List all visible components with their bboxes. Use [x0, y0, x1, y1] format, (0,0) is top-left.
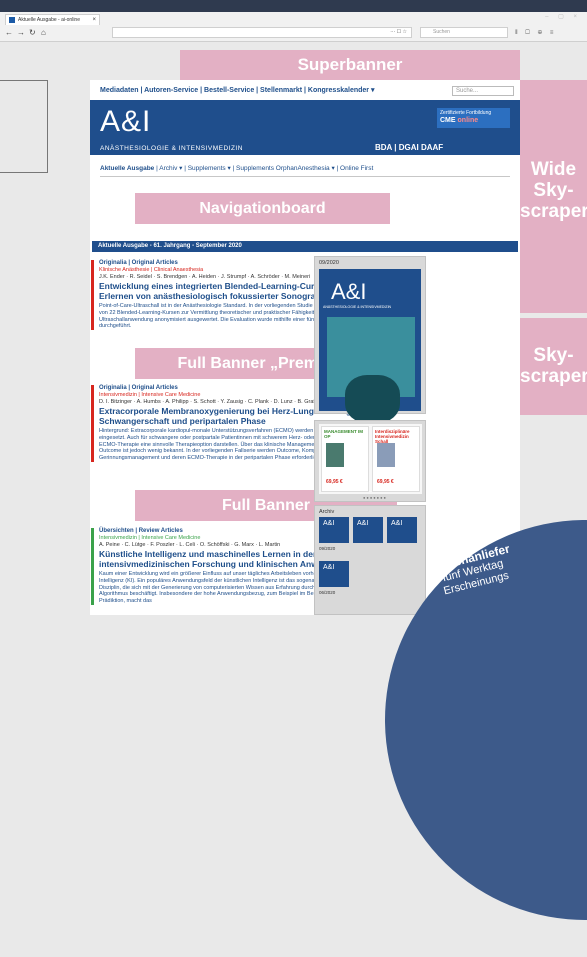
archive-thumb[interactable]: A&I — [319, 561, 349, 587]
cover-logo: A&I — [331, 279, 367, 304]
tab-title: Aktuelle Ausgabe - ai-online — [18, 17, 80, 23]
issue-cover[interactable]: A&I ANÄSTHESIOLOGIE & INTENSIVMEDIZIN — [319, 269, 421, 423]
site-logo[interactable]: A&I — [100, 106, 151, 138]
thumb-logo: A&I — [391, 520, 403, 527]
browser-chrome: Aktuelle Ausgabe - ai-online × ← → ↻ ⌂ ·… — [0, 12, 587, 42]
book-cover-image — [326, 443, 344, 467]
archive-box[interactable]: Archiv A&I A&I A&I A&I 09/2020 06/2020 — [314, 505, 426, 615]
archive-date: 06/2020 — [319, 590, 336, 595]
cover-image-detail — [345, 375, 400, 423]
cme-line3: online — [457, 117, 479, 124]
book-ad-left-price: 69,95 € — [326, 479, 343, 485]
superbanner-ad-slot: Superbanner — [180, 50, 520, 80]
nav-current-issue[interactable]: Aktuelle Ausgabe — [100, 165, 154, 172]
window-controls[interactable]: – ▢ × — [545, 13, 581, 20]
page-actions-icon[interactable]: ··· ☐ ☆ — [390, 29, 407, 35]
skyscraper-ad-slot: Sky-scraper — [520, 318, 587, 415]
book-ad-left[interactable]: MANAGEMENT IM OP 69,95 € — [321, 426, 369, 492]
website-page: Mediadaten | Autoren-Service | Bestell-S… — [90, 80, 520, 615]
cover-subtitle: ANÄSTHESIOLOGIE & INTENSIVMEDIZIN — [323, 305, 392, 309]
browser-toolbar: ← → ↻ ⌂ ··· ☐ ☆ Suchen ⫴ ▢ ⊕ ≡ — [0, 26, 587, 40]
browser-tab[interactable]: Aktuelle Ausgabe - ai-online × — [5, 14, 100, 25]
top-links[interactable]: Mediadaten | Autoren-Service | Bestell-S… — [100, 86, 374, 94]
os-title-strip — [0, 0, 587, 12]
favicon-icon — [9, 17, 15, 23]
back-arrow-icon[interactable]: ← — [5, 26, 13, 40]
book-ad-right[interactable]: Interdisziplinäre Intensivmedizin Schall… — [372, 426, 420, 492]
browser-search-placeholder: Suchen — [433, 29, 450, 35]
book-ads-box[interactable]: MANAGEMENT IM OP 69,95 € Interdisziplinä… — [314, 420, 426, 502]
nav-orphan[interactable]: Supplements OrphanAnesthesia ▾ — [236, 165, 335, 172]
cme-online-badge[interactable]: Zertifizierte Fortbildung CME online — [437, 108, 510, 128]
current-issue-box[interactable]: 09/2020 A&I ANÄSTHESIOLOGIE & INTENSIVME… — [314, 256, 426, 423]
archive-thumb[interactable]: A&I — [353, 517, 383, 543]
archive-thumb[interactable]: A&I — [387, 517, 417, 543]
book-ad-right-price: 69,95 € — [377, 479, 394, 485]
main-navigation: Aktuelle Ausgabe | Archiv ▾ | Supplement… — [100, 164, 373, 172]
archive-date: 09/2020 — [319, 546, 336, 551]
site-subtitle: ANÄSTHESIOLOGIE & INTENSIVMEDIZIN — [100, 145, 243, 152]
site-search-input[interactable]: Suche... — [452, 86, 514, 96]
thumb-logo: A&I — [323, 564, 335, 571]
carousel-dots[interactable]: ●●●●●●● — [363, 495, 387, 500]
layout-guide-lines — [0, 80, 48, 173]
home-icon[interactable]: ⌂ — [41, 26, 46, 40]
partner-logos: BDA | DGAI DAAF — [375, 143, 444, 152]
browser-search-input[interactable]: Suchen — [420, 27, 508, 38]
thumb-logo: A&I — [357, 520, 369, 527]
thumb-logo: A&I — [323, 520, 335, 527]
tab-close-icon[interactable]: × — [92, 15, 96, 25]
forward-arrow-icon[interactable]: → — [17, 26, 25, 40]
book-ad-left-title: MANAGEMENT IM OP — [324, 429, 363, 439]
wide-skyscraper-ad-slot: Wide Sky-scraper — [520, 80, 587, 313]
cover-image — [327, 317, 415, 423]
reload-icon[interactable]: ↻ — [29, 26, 36, 40]
nav-supplements[interactable]: Supplements ▾ — [188, 165, 231, 172]
issue-label: 09/2020 — [319, 260, 339, 266]
archive-thumb[interactable]: A&I — [319, 517, 349, 543]
cme-line2: CME — [440, 117, 456, 124]
navigationboard-ad-slot: Navigationboard — [135, 193, 390, 224]
nav-divider — [100, 176, 510, 177]
issue-bar: Aktuelle Ausgabe - 61. Jahrgang - Septem… — [92, 241, 518, 252]
archive-label: Archiv — [319, 509, 335, 515]
book-cover-image — [377, 443, 395, 467]
toolbar-icons[interactable]: ⫴ ▢ ⊕ ≡ — [515, 26, 556, 40]
book-ads: MANAGEMENT IM OP 69,95 € Interdisziplinä… — [319, 424, 422, 494]
nav-online-first[interactable]: Online First — [340, 165, 373, 172]
nav-archive[interactable]: Archiv ▾ — [159, 165, 182, 172]
address-bar[interactable]: ··· ☐ ☆ — [112, 27, 412, 38]
header-banner: A&I ANÄSTHESIOLOGIE & INTENSIVMEDIZIN Ze… — [90, 100, 520, 155]
cme-line1: Zertifizierte Fortbildung — [440, 110, 492, 116]
